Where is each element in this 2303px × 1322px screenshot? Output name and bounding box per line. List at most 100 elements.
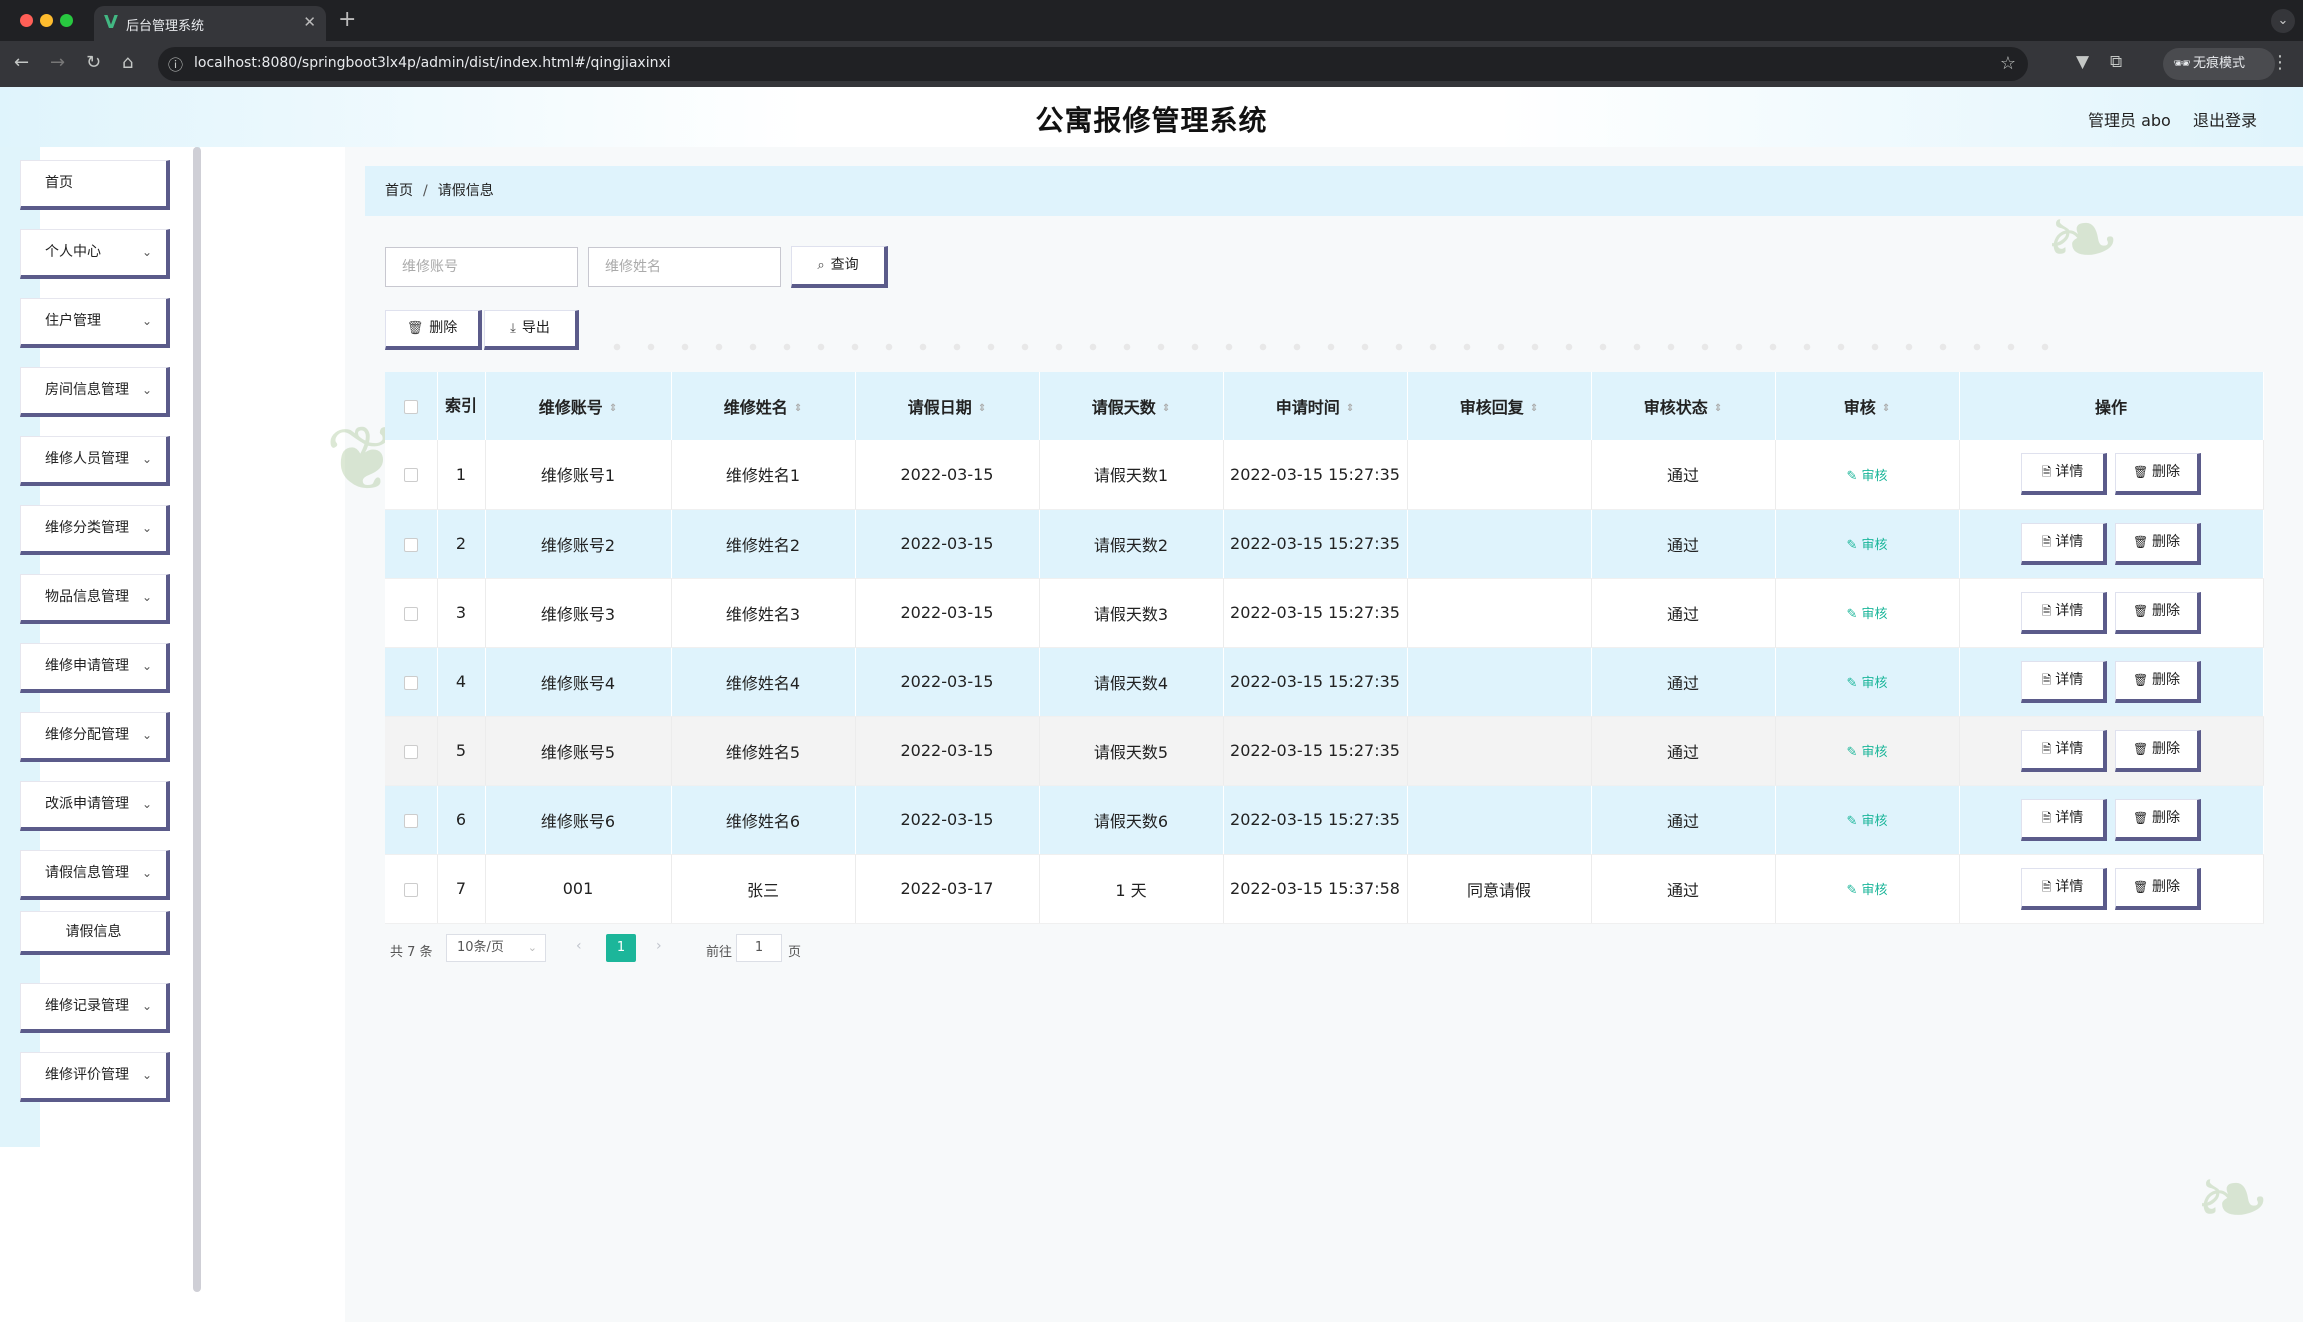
audit-link[interactable]: ✎ 审核 (1846, 814, 1887, 829)
logout-link[interactable]: 退出登录 (2193, 107, 2257, 131)
cell-apply-time: 2022-03-15 15:27:35 (1223, 647, 1408, 717)
row-detail-button[interactable]: 🗎 详情 (2021, 660, 2107, 703)
cell-ops: 🗎 详情 🗑 删除 (1959, 578, 2264, 648)
row-delete-button[interactable]: 🗑 删除 (2115, 867, 2201, 910)
select-all-checkbox[interactable] (403, 400, 418, 414)
cell-reply (1407, 647, 1592, 717)
sort-icon[interactable]: ⇕ (1882, 403, 1890, 414)
sidebar-item-reassign-requests[interactable]: 改派申请管理 ⌄ (20, 781, 170, 831)
row-detail-button[interactable]: 🗎 详情 (2021, 729, 2107, 772)
browser-menu-icon[interactable]: ⋮ (2271, 52, 2289, 73)
cell-days: 请假天数6 (1039, 785, 1224, 855)
home-icon[interactable]: ⌂ (122, 52, 133, 73)
row-delete-button[interactable]: 🗑 删除 (2115, 453, 2201, 496)
page-size-select[interactable]: 10条/页 ⌄ (446, 934, 546, 962)
sidebar-item-rooms[interactable]: 房间信息管理 ⌄ (20, 367, 170, 417)
sort-icon[interactable]: ⇕ (1162, 403, 1170, 414)
close-window-icon[interactable] (20, 14, 33, 27)
leave-table: 索引 维修账号 ⇕ 维修姓名 ⇕ 请假日期 ⇕ 请假天数 ⇕ 申请时间 ⇕ 审核回复 ⇕ 审… (385, 372, 2264, 924)
row-delete-button[interactable]: 🗑 删除 (2115, 591, 2201, 634)
chevron-down-icon: ⌄ (141, 999, 152, 1013)
audit-link[interactable]: ✎ 审核 (1846, 676, 1887, 691)
name-search-input[interactable]: 维修姓名 (588, 247, 781, 287)
header-leave-date[interactable]: 请假日期 ⇕ (855, 372, 1040, 440)
trash-icon: 🗑 (406, 321, 424, 336)
row-detail-button[interactable]: 🗎 详情 (2021, 798, 2107, 841)
sort-icon[interactable]: ⇕ (794, 403, 802, 414)
sidebar-item-residents[interactable]: 住户管理 ⌄ (20, 298, 170, 348)
header-status[interactable]: 审核状态 ⇕ (1591, 372, 1776, 440)
sidebar-subitem-leave-info[interactable]: 请假信息 (20, 911, 170, 955)
sidebar-item-home[interactable]: 首页 (20, 160, 170, 210)
batch-delete-button[interactable]: 🗑 删除 (385, 310, 482, 350)
sort-icon[interactable]: ⇕ (1346, 403, 1354, 414)
header-audit[interactable]: 审核 ⇕ (1775, 372, 1960, 440)
chevron-down-icon: ⌄ (141, 245, 152, 259)
row-checkbox[interactable] (403, 744, 418, 759)
audit-link[interactable]: ✎ 审核 (1846, 469, 1887, 484)
row-checkbox[interactable] (403, 675, 418, 690)
row-checkbox[interactable] (403, 468, 418, 483)
audit-link[interactable]: ✎ 审核 (1846, 538, 1887, 553)
row-checkbox[interactable] (403, 537, 418, 552)
prev-page-icon[interactable]: ‹ (576, 938, 582, 954)
row-checkbox[interactable] (403, 813, 418, 828)
sidebar-item-repair-assignment[interactable]: 维修分配管理 ⌄ (20, 712, 170, 762)
row-detail-button[interactable]: 🗎 详情 (2021, 867, 2107, 910)
row-detail-button[interactable]: 🗎 详情 (2021, 522, 2107, 565)
sidebar-item-repair-staff[interactable]: 维修人员管理 ⌄ (20, 436, 170, 486)
cell-ops: 🗎 详情 🗑 删除 (1959, 440, 2264, 510)
sidebar-item-repair-categories[interactable]: 维修分类管理 ⌄ (20, 505, 170, 555)
row-detail-button[interactable]: 🗎 详情 (2021, 591, 2107, 634)
maximize-window-icon[interactable] (60, 14, 73, 27)
goto-page-input[interactable]: 1 (736, 934, 782, 962)
audit-link[interactable]: ✎ 审核 (1846, 745, 1887, 760)
reload-icon[interactable]: ↻ (86, 52, 101, 73)
bookmark-star-icon[interactable]: ☆ (2000, 53, 2016, 74)
new-tab-icon[interactable]: + (338, 7, 356, 32)
cell-reply: 同意请假 (1407, 854, 1592, 924)
page-number-current[interactable]: 1 (606, 934, 636, 962)
export-button[interactable]: ⤓ 导出 (484, 310, 579, 350)
row-checkbox[interactable] (403, 606, 418, 621)
sidebar-scrollbar[interactable] (193, 147, 201, 1292)
next-page-icon[interactable]: › (656, 938, 662, 954)
sort-icon[interactable]: ⇕ (1530, 403, 1538, 414)
account-search-input[interactable]: 维修账号 (385, 247, 578, 287)
incognito-badge[interactable]: 🕶 无痕模式 (2163, 48, 2275, 80)
sort-icon[interactable]: ⇕ (1714, 403, 1722, 414)
audit-link[interactable]: ✎ 审核 (1846, 607, 1887, 622)
header-name[interactable]: 维修姓名 ⇕ (671, 372, 856, 440)
sort-icon[interactable]: ⇕ (978, 403, 986, 414)
extensions-icon[interactable]: ⧉ (2110, 52, 2122, 72)
header-days[interactable]: 请假天数 ⇕ (1039, 372, 1224, 440)
tab-search-chevron-icon[interactable]: ⌄ (2271, 9, 2295, 33)
sidebar-item-repair-requests[interactable]: 维修申请管理 ⌄ (20, 643, 170, 693)
forward-icon[interactable]: → (50, 52, 65, 73)
sidebar-item-leave-management[interactable]: 请假信息管理 ⌄ (20, 850, 170, 900)
sidebar-item-items[interactable]: 物品信息管理 ⌄ (20, 574, 170, 624)
sidebar-item-profile[interactable]: 个人中心 ⌄ (20, 229, 170, 279)
sidebar-item-repair-records[interactable]: 维修记录管理 ⌄ (20, 983, 170, 1033)
row-checkbox[interactable] (403, 882, 418, 897)
browser-tab[interactable]: V 后台管理系统 ✕ (94, 6, 326, 41)
query-button[interactable]: ⌕ 查询 (791, 246, 888, 288)
row-delete-button[interactable]: 🗑 删除 (2115, 660, 2201, 703)
header-reply[interactable]: 审核回复 ⇕ (1407, 372, 1592, 440)
tab-close-icon[interactable]: ✕ (303, 13, 316, 31)
row-detail-button[interactable]: 🗎 详情 (2021, 453, 2107, 496)
site-info-icon[interactable]: ⓘ (168, 54, 183, 75)
vue-devtools-icon[interactable]: ▼ (2076, 52, 2089, 72)
audit-link[interactable]: ✎ 审核 (1846, 883, 1887, 898)
breadcrumb-home[interactable]: 首页 (385, 183, 413, 199)
header-account[interactable]: 维修账号 ⇕ (485, 372, 672, 440)
header-apply-time[interactable]: 申请时间 ⇕ (1223, 372, 1408, 440)
row-delete-button[interactable]: 🗑 删除 (2115, 522, 2201, 565)
address-bar[interactable]: ⓘ localhost:8080/springboot3lx4p/admin/d… (158, 47, 2028, 81)
sidebar-item-repair-reviews[interactable]: 维修评价管理 ⌄ (20, 1052, 170, 1102)
sort-icon[interactable]: ⇕ (609, 403, 617, 414)
row-delete-button[interactable]: 🗑 删除 (2115, 798, 2201, 841)
minimize-window-icon[interactable] (40, 14, 53, 27)
back-icon[interactable]: ← (14, 52, 29, 73)
row-delete-button[interactable]: 🗑 删除 (2115, 729, 2201, 772)
